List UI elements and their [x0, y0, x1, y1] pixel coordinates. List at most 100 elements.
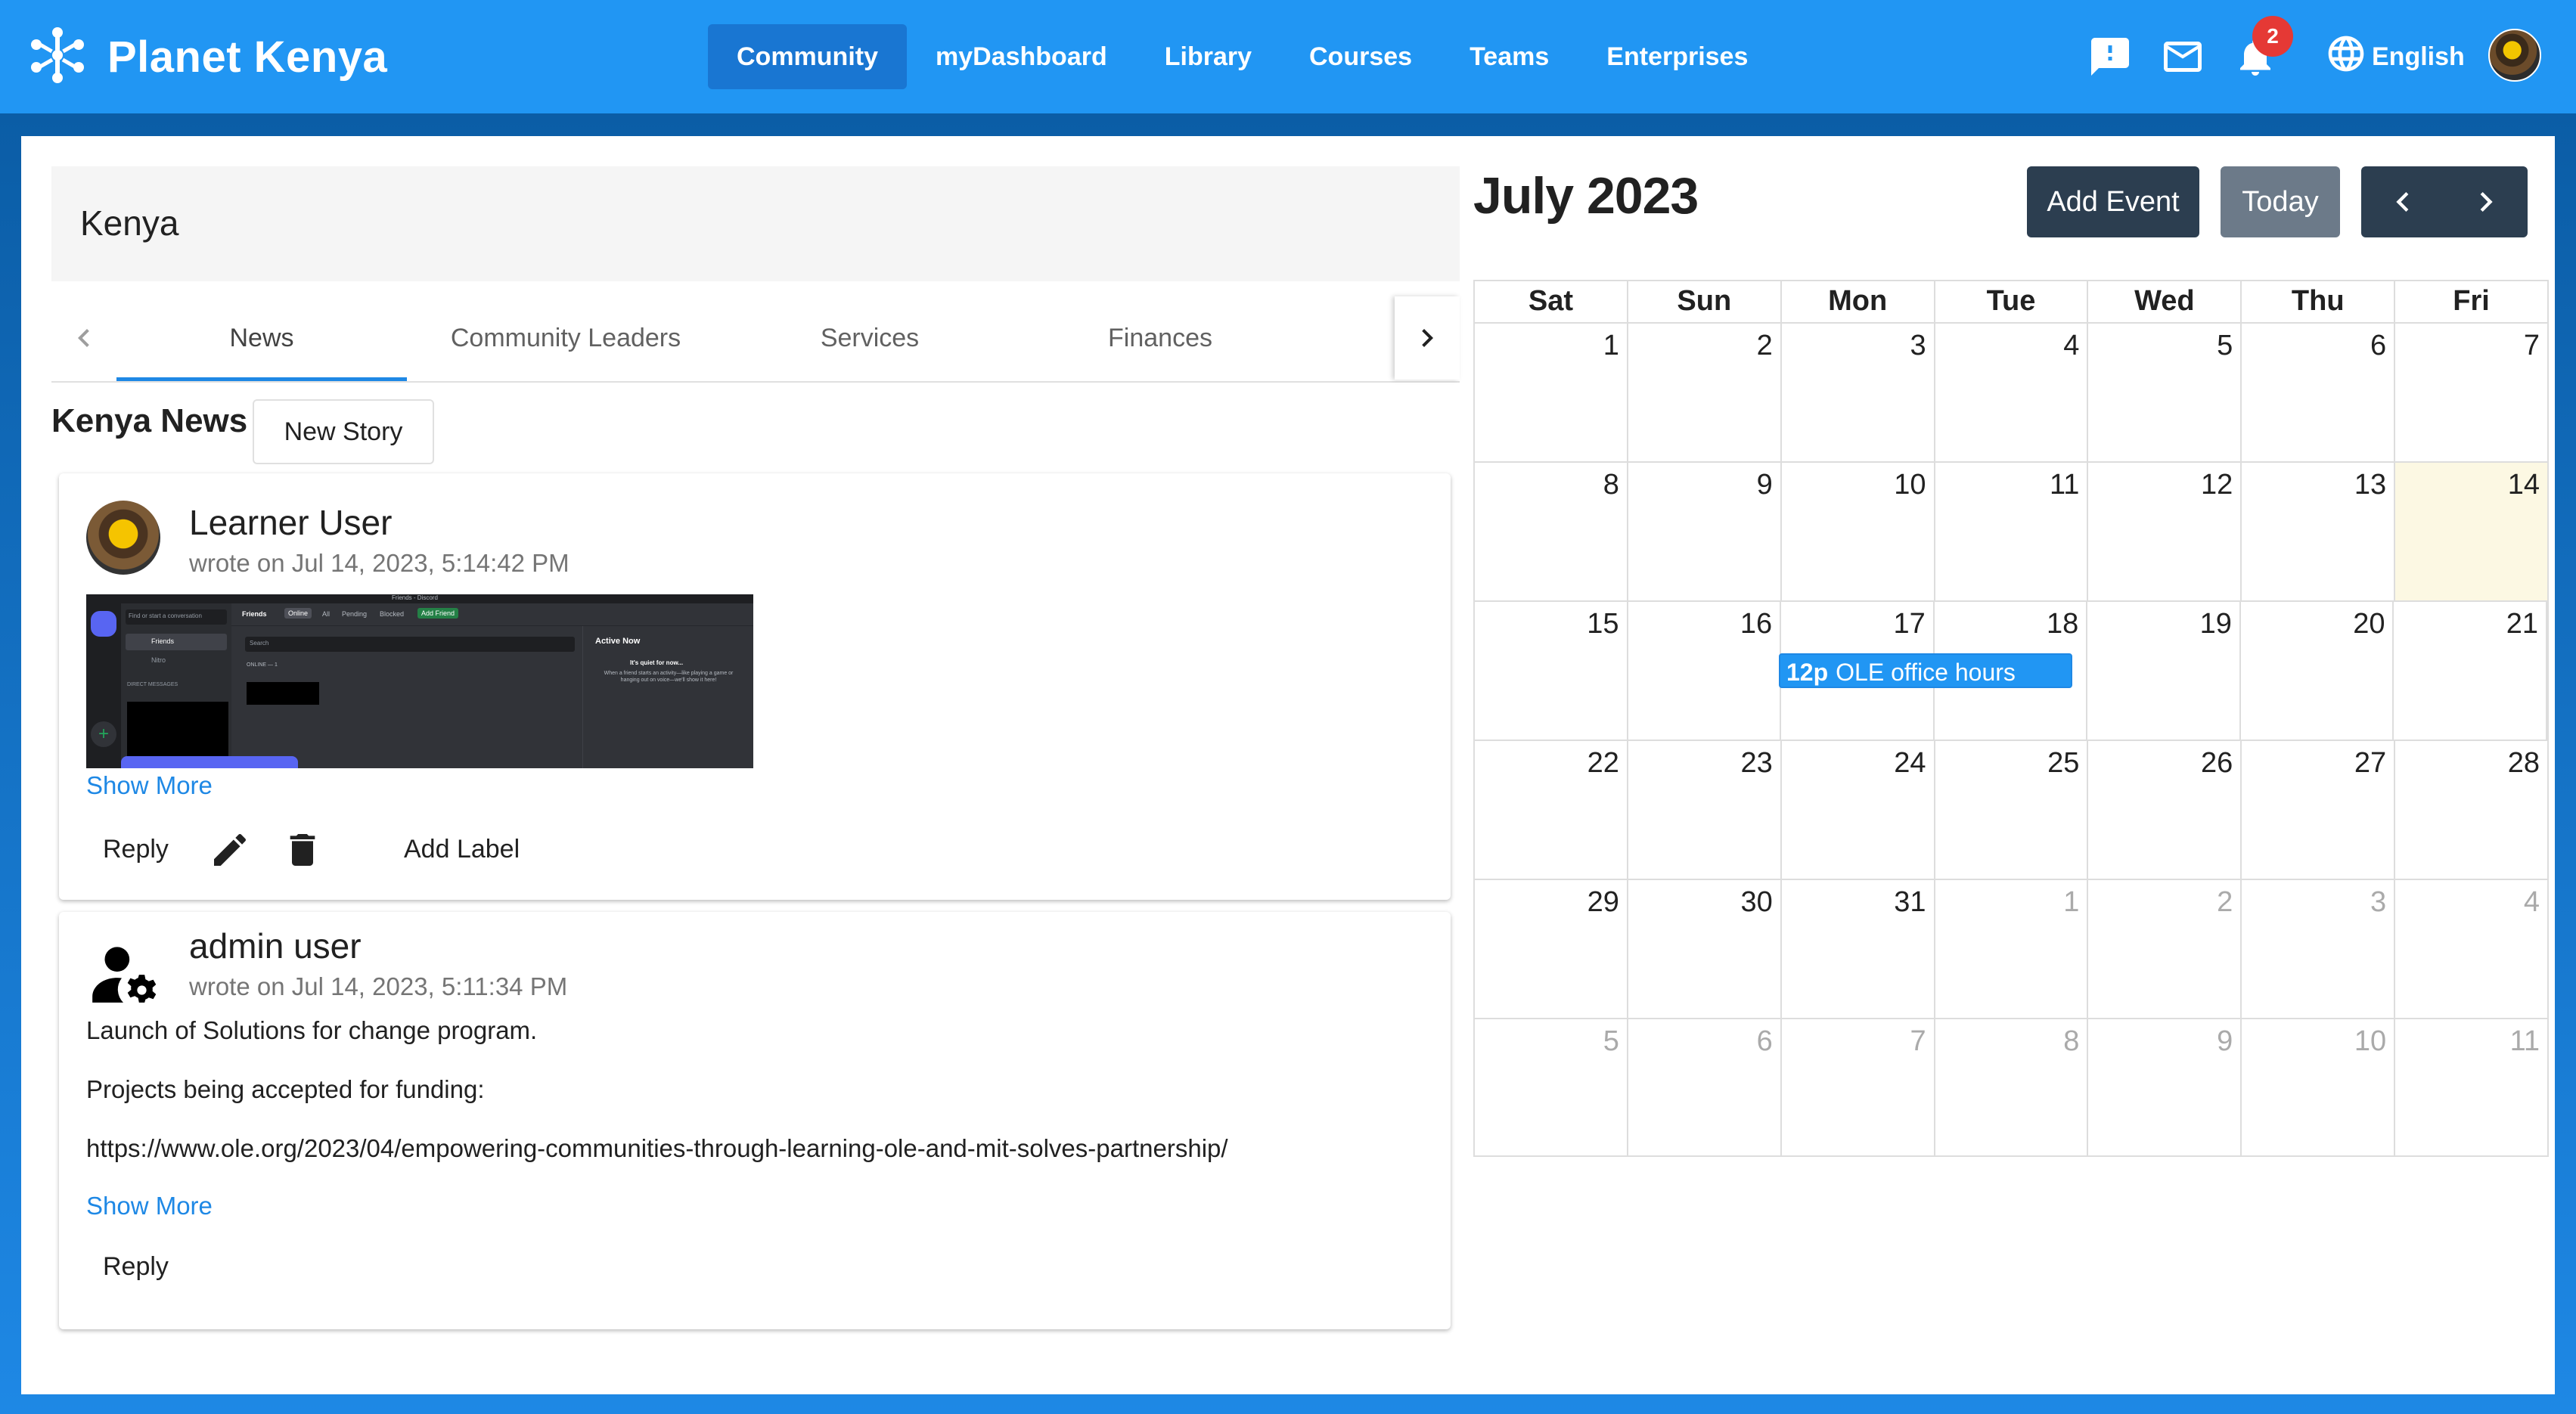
delete-icon[interactable]: [281, 829, 324, 871]
calendar-day-number[interactable]: 13: [2354, 469, 2386, 501]
tabs-scroll-left-button[interactable]: [51, 296, 116, 380]
tab-services[interactable]: Services: [725, 296, 1015, 381]
calendar-day-number[interactable]: 9: [2217, 1025, 2233, 1058]
calendar-day-cell[interactable]: 7: [1782, 1019, 1935, 1155]
calendar-day-number[interactable]: 18: [2047, 608, 2078, 640]
calendar-day-number[interactable]: 22: [1587, 747, 1619, 780]
language-selector[interactable]: English: [2320, 34, 2465, 79]
calendar-day-cell[interactable]: 5: [2088, 324, 2242, 461]
calendar-day-cell[interactable]: 24: [1782, 741, 1935, 879]
calendar-day-number[interactable]: 23: [1740, 747, 1772, 780]
calendar-day-number[interactable]: 4: [2524, 886, 2540, 919]
edit-icon[interactable]: [209, 829, 251, 871]
calendar-day-number[interactable]: 17: [1893, 608, 1925, 640]
brand[interactable]: Planet Kenya: [26, 23, 387, 91]
post-author-name[interactable]: Learner User: [189, 502, 392, 543]
nav-community[interactable]: Community: [708, 24, 907, 89]
calendar-day-cell[interactable]: 2: [1628, 324, 1782, 461]
calendar-day-number[interactable]: 26: [2201, 747, 2233, 780]
nav-teams[interactable]: Teams: [1441, 24, 1578, 89]
calendar-day-number[interactable]: 31: [1894, 886, 1926, 919]
calendar-day-number[interactable]: 25: [2047, 747, 2079, 780]
calendar-day-cell[interactable]: 7: [2395, 324, 2547, 461]
calendar-day-number[interactable]: 10: [2354, 1025, 2386, 1058]
calendar-day-cell[interactable]: 1: [1475, 324, 1628, 461]
calendar-day-cell[interactable]: 12: [2088, 463, 2242, 600]
calendar-day-cell[interactable]: 8: [1475, 463, 1628, 600]
tab-news[interactable]: News: [116, 296, 407, 381]
calendar-day-number[interactable]: 24: [1894, 747, 1926, 780]
tabs-scroll-right-button[interactable]: [1395, 296, 1460, 380]
calendar-day-number[interactable]: 20: [2353, 608, 2385, 640]
calendar-day-cell[interactable]: 25: [1935, 741, 2089, 879]
reply-button[interactable]: Reply: [103, 1252, 169, 1282]
calendar-day-cell[interactable]: 6: [1628, 1019, 1782, 1155]
calendar-day-cell[interactable]: 19: [2087, 602, 2241, 740]
post-image[interactable]: Friends - Discord + Find or start a conv…: [86, 594, 753, 768]
new-story-button[interactable]: New Story: [253, 399, 434, 464]
calendar-day-cell[interactable]: 6: [2242, 324, 2396, 461]
calendar-day-cell[interactable]: 3: [1782, 324, 1935, 461]
calendar-day-number[interactable]: 2: [2217, 886, 2233, 919]
post-show-more-link[interactable]: Show More: [86, 771, 213, 800]
calendar-day-cell[interactable]: 29: [1475, 880, 1628, 1018]
calendar-day-cell[interactable]: 1: [1935, 880, 2089, 1018]
calendar-day-number[interactable]: 16: [1740, 608, 1772, 640]
nav-enterprises[interactable]: Enterprises: [1578, 24, 1777, 89]
bell-icon[interactable]: 2: [2233, 16, 2293, 79]
calendar-day-number[interactable]: 5: [2217, 330, 2233, 362]
calendar-day-cell[interactable]: 10: [1782, 463, 1935, 600]
calendar-day-number[interactable]: 7: [1910, 1025, 1926, 1058]
calendar-day-cell[interactable]: 5: [1475, 1019, 1628, 1155]
calendar-day-number[interactable]: 21: [2506, 608, 2538, 640]
calendar-day-number[interactable]: 27: [2354, 747, 2386, 780]
calendar-day-number[interactable]: 4: [2063, 330, 2079, 362]
calendar-day-number[interactable]: 8: [2063, 1025, 2079, 1058]
post-author-name[interactable]: admin user: [189, 926, 362, 966]
calendar-day-number[interactable]: 6: [2370, 330, 2386, 362]
calendar-day-cell[interactable]: 27: [2242, 741, 2396, 879]
calendar-day-number[interactable]: 15: [1587, 608, 1619, 640]
calendar-day-number[interactable]: 11: [2050, 469, 2079, 501]
nav-courses[interactable]: Courses: [1280, 24, 1441, 89]
reply-button[interactable]: Reply: [103, 835, 169, 864]
calendar-day-number[interactable]: 2: [1757, 330, 1773, 362]
calendar-day-number[interactable]: 8: [1603, 469, 1619, 501]
calendar-day-number[interactable]: 11: [2510, 1025, 2540, 1058]
calendar-day-cell[interactable]: 9: [1628, 463, 1782, 600]
today-button[interactable]: Today: [2221, 166, 2340, 237]
calendar-day-cell[interactable]: 4: [1935, 324, 2089, 461]
calendar-day-cell[interactable]: 21: [2394, 602, 2548, 740]
calendar-day-cell[interactable]: 16: [1628, 602, 1782, 740]
calendar-day-cell[interactable]: 28: [2395, 741, 2547, 879]
calendar-day-cell[interactable]: 4: [2395, 880, 2547, 1018]
post-text-link[interactable]: https://www.ole.org/2023/04/empowering-c…: [86, 1134, 1228, 1163]
calendar-day-cell[interactable]: 10: [2242, 1019, 2396, 1155]
calendar-day-number[interactable]: 29: [1587, 886, 1619, 919]
calendar-day-number[interactable]: 1: [1603, 330, 1619, 362]
calendar-day-number[interactable]: 30: [1740, 886, 1772, 919]
mail-icon[interactable]: [2160, 34, 2205, 79]
calendar-day-cell[interactable]: 9: [2088, 1019, 2242, 1155]
calendar-day-number[interactable]: 10: [1894, 469, 1926, 501]
calendar-day-cell[interactable]: 11: [2395, 1019, 2547, 1155]
calendar-day-cell[interactable]: 2: [2088, 880, 2242, 1018]
post-author-avatar[interactable]: [86, 501, 160, 575]
calendar-day-cell[interactable]: 13: [2242, 463, 2396, 600]
post-show-more-link[interactable]: Show More: [86, 1192, 213, 1220]
calendar-day-cell[interactable]: 20: [2241, 602, 2394, 740]
admin-user-icon[interactable]: [86, 935, 160, 1009]
calendar-day-number[interactable]: 3: [2370, 886, 2386, 919]
calendar-day-cell[interactable]: 14: [2395, 463, 2548, 600]
calendar-day-number[interactable]: 14: [2508, 469, 2540, 501]
calendar-day-number[interactable]: 12: [2201, 469, 2233, 501]
calendar-event[interactable]: 12p OLE office hours: [1779, 653, 2072, 688]
calendar-day-number[interactable]: 9: [1757, 469, 1773, 501]
calendar-day-number[interactable]: 7: [2524, 330, 2540, 362]
calendar-day-cell[interactable]: 8: [1935, 1019, 2089, 1155]
calendar-day-cell[interactable]: 31: [1782, 880, 1935, 1018]
calendar-day-number[interactable]: 5: [1603, 1025, 1619, 1058]
calendar-day-cell[interactable]: 30: [1628, 880, 1782, 1018]
add-event-button[interactable]: Add Event: [2027, 166, 2199, 237]
calendar-day-number[interactable]: 3: [1910, 330, 1926, 362]
